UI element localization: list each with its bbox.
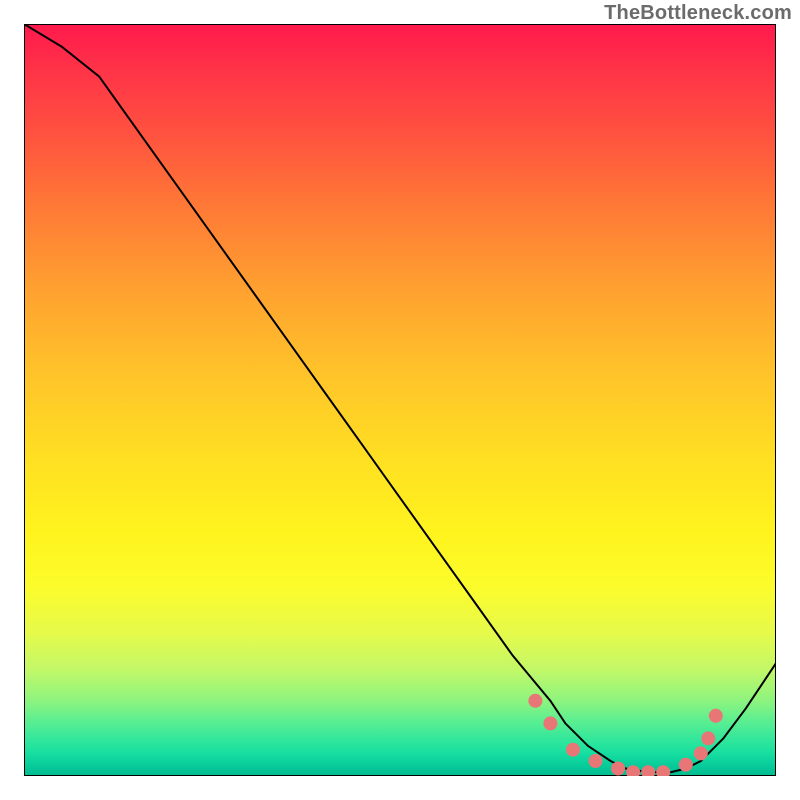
plot-background [24,24,776,776]
watermark: TheBottleneck.com [604,2,792,25]
chart-container: TheBottleneck.com [0,0,800,800]
